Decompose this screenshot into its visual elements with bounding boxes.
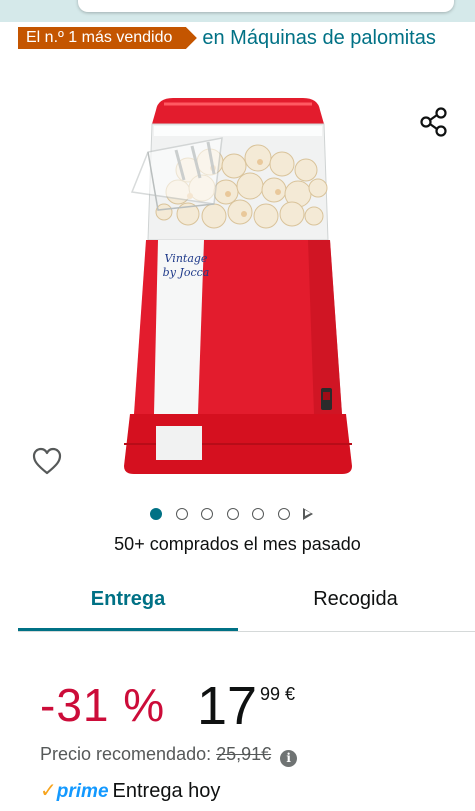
tab-entrega[interactable]: Entrega	[18, 580, 238, 630]
carousel-dot[interactable]	[277, 508, 290, 520]
tab-divider	[18, 631, 475, 632]
tab-recogida[interactable]: Recogida	[237, 580, 474, 630]
bestseller-category-link[interactable]: en Máquinas de palomitas	[202, 27, 435, 49]
search-bar[interactable]	[78, 0, 454, 12]
prime-delivery: ✓prime Entrega hoy	[40, 778, 220, 803]
product-image[interactable]: Vintage by Jocca	[118, 92, 358, 484]
svg-text:Vintage: Vintage	[165, 252, 208, 265]
carousel-dot[interactable]	[201, 508, 213, 520]
bought-last-month: 50+ comprados el mes pasado	[114, 534, 361, 554]
share-icon[interactable]	[418, 106, 450, 138]
discount-percent: -31 %	[40, 679, 166, 731]
carousel-dot[interactable]	[252, 508, 264, 520]
prime-check-icon: ✓	[40, 780, 57, 802]
list-price-label: Precio recomendado:	[40, 744, 212, 764]
carousel-dot[interactable]	[150, 508, 162, 520]
carousel-dot[interactable]	[226, 508, 239, 520]
info-icon[interactable]: i	[280, 750, 298, 767]
price-whole: 17	[197, 676, 258, 736]
price-fraction: 99 €	[260, 684, 296, 704]
svg-text:by Jocca: by Jocca	[163, 266, 210, 279]
list-price: Precio recomendado: 25,91€ i	[40, 744, 298, 767]
delivery-tabs: Entrega Recogida	[0, 580, 475, 633]
play-video-icon[interactable]	[303, 508, 313, 520]
list-price-value: 25,91€	[216, 744, 272, 764]
bestseller-badge: El n.º 1 más vendido	[18, 27, 198, 49]
image-carousel-indicator[interactable]	[150, 506, 313, 522]
prime-logo: prime	[56, 781, 109, 802]
delivery-text: Entrega hoy	[112, 780, 221, 802]
bestseller-banner[interactable]: El n.º 1 más vendido en Máquinas de palom…	[18, 24, 458, 53]
heart-icon[interactable]	[31, 446, 63, 476]
carousel-dot[interactable]	[175, 508, 188, 520]
